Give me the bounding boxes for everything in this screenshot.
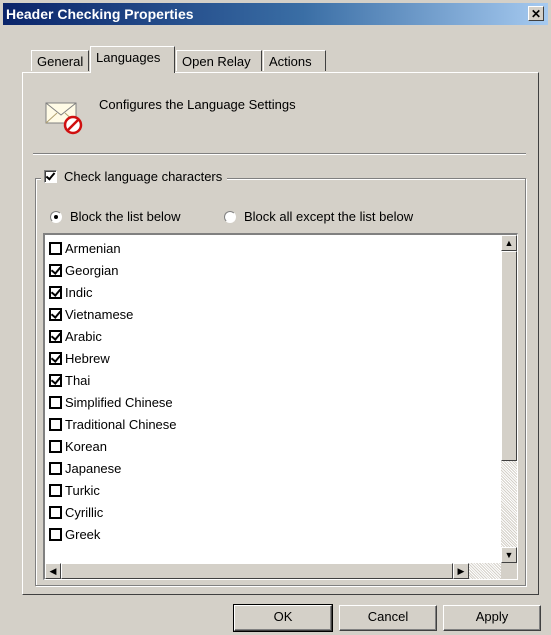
tab-actions-label: Actions [269,54,312,69]
close-button[interactable]: ✕ [528,6,544,21]
tab-actions[interactable]: Actions [263,50,326,71]
list-item[interactable]: Cyrillic [49,501,177,523]
list-item-label: Japanese [65,460,122,476]
arrow-down-icon: ▼ [504,550,514,560]
check-language-toggle[interactable]: Check language characters [41,169,228,184]
language-checkbox[interactable] [49,241,62,255]
check-language-label: Check language characters [64,169,223,184]
arrow-up-icon: ▲ [504,238,514,248]
list-item-label: Arabic [65,328,102,344]
list-item[interactable]: Traditional Chinese [49,413,177,435]
radio-block-list[interactable]: Block the list below [50,209,181,224]
language-checkbox[interactable] [49,307,62,321]
list-item-label: Turkic [65,482,100,498]
vertical-scrollbar[interactable]: ▲ ▼ [501,235,517,563]
envelope-no-icon [45,102,83,135]
separator [33,153,526,155]
language-checkbox[interactable] [49,285,62,299]
horizontal-scrollbar[interactable]: ◀ ▶ [45,563,501,579]
tab-general-label: General [37,54,84,69]
list-item[interactable]: Arabic [49,325,177,347]
apply-button-label: Apply [475,609,509,624]
window-title: Header Checking Properties [6,6,194,22]
radio-block-except-indicator[interactable] [224,210,236,223]
list-item[interactable]: Thai [49,369,177,391]
language-checkbox[interactable] [49,505,62,519]
language-listbox[interactable]: Armenian Georgian Indic Vietnamese Arabi… [43,233,518,580]
radio-block-except-label: Block all except the list below [244,209,414,224]
list-item[interactable]: Armenian [49,237,177,259]
check-language-checkbox[interactable] [44,170,57,183]
apply-button[interactable]: Apply [443,605,541,631]
language-list: Armenian Georgian Indic Vietnamese Arabi… [49,237,177,545]
language-checkbox[interactable] [49,373,62,387]
vertical-scroll-track[interactable] [501,461,517,547]
list-item[interactable]: Georgian [49,259,177,281]
radio-block-except[interactable]: Block all except the list below [224,209,413,224]
radio-block-list-indicator[interactable] [50,210,62,223]
language-checkbox[interactable] [49,263,62,277]
tab-general[interactable]: General [31,50,89,71]
list-item[interactable]: Greek [49,523,177,545]
radio-block-list-label: Block the list below [70,209,181,224]
language-checkbox[interactable] [49,461,62,475]
horizontal-scroll-thumb[interactable] [61,563,453,579]
list-item-label: Thai [65,372,91,388]
title-bar: Header Checking Properties ✕ [3,3,548,25]
cancel-button-label: Cancel [367,609,409,624]
list-item-label: Indic [65,284,93,300]
language-group: Check language characters Block the list… [35,169,526,586]
list-item[interactable]: Vietnamese [49,303,177,325]
scroll-left-button[interactable]: ◀ [45,563,61,579]
list-item[interactable]: Indic [49,281,177,303]
list-item-label: Georgian [65,262,119,278]
language-checkbox[interactable] [49,395,62,409]
panel-description: Configures the Language Settings [99,97,296,112]
scroll-up-button[interactable]: ▲ [501,235,517,251]
tab-open-relay-label: Open Relay [182,54,251,69]
language-checkbox[interactable] [49,527,62,541]
scroll-right-button[interactable]: ▶ [453,563,469,579]
list-item-label: Greek [65,526,101,542]
close-icon: ✕ [530,7,542,21]
list-item-label: Armenian [65,240,121,256]
vertical-scroll-thumb[interactable] [501,251,517,461]
list-item[interactable]: Simplified Chinese [49,391,177,413]
language-checkbox[interactable] [49,439,62,453]
list-item[interactable]: Hebrew [49,347,177,369]
scrollbar-corner [501,563,517,579]
list-item-label: Hebrew [65,350,110,366]
list-item-label: Cyrillic [65,504,104,520]
arrow-left-icon: ◀ [49,566,57,576]
list-item-label: Traditional Chinese [65,416,177,432]
language-checkbox[interactable] [49,417,62,431]
list-item-label: Korean [65,438,107,454]
language-checkbox[interactable] [49,351,62,365]
list-item[interactable]: Turkic [49,479,177,501]
scroll-down-button[interactable]: ▼ [501,547,517,563]
list-item-label: Vietnamese [65,306,134,322]
list-item[interactable]: Japanese [49,457,177,479]
tab-open-relay[interactable]: Open Relay [176,50,262,71]
ok-button[interactable]: OK [233,604,333,632]
cancel-button[interactable]: Cancel [339,605,437,631]
tab-languages[interactable]: Languages [90,46,175,73]
ok-button-label: OK [273,609,293,624]
language-checkbox[interactable] [49,329,62,343]
language-checkbox[interactable] [49,483,62,497]
dialog-window: Header Checking Properties ✕ General Lan… [0,0,551,635]
list-item-label: Simplified Chinese [65,394,173,410]
arrow-right-icon: ▶ [457,566,465,576]
list-item[interactable]: Korean [49,435,177,457]
tab-languages-label: Languages [96,50,161,65]
languages-panel: Configures the Language Settings Check l… [22,72,539,595]
